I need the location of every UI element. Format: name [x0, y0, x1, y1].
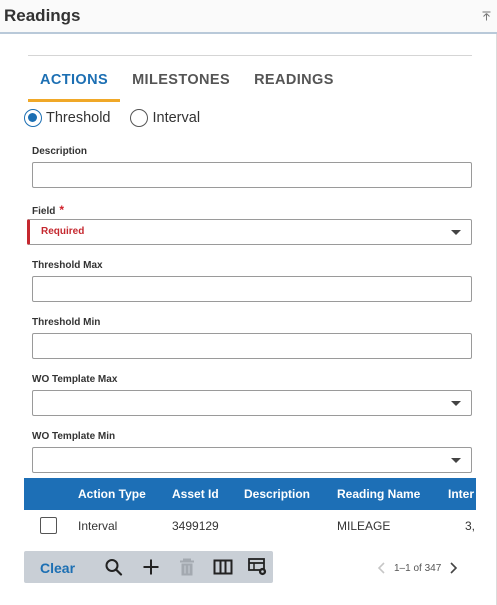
actions-grid: Action Type Asset Id Description Reading… [24, 478, 476, 542]
add-icon[interactable] [141, 558, 161, 576]
clear-button[interactable]: Clear [40, 560, 75, 576]
field-label: Field * [32, 203, 64, 217]
pager-range-text: 1–1 of 347 [394, 562, 442, 574]
grid-toolbar: Clear [24, 551, 273, 583]
column-header-action-type[interactable]: Action Type [78, 487, 146, 501]
collapse-up-icon[interactable] [482, 11, 491, 21]
columns-icon[interactable] [213, 558, 233, 576]
column-header-description[interactable]: Description [244, 487, 310, 501]
radio-interval[interactable] [130, 109, 149, 127]
mode-radio-group: Threshold Interval [24, 108, 220, 128]
chevron-down-icon [451, 458, 461, 463]
column-header-reading-name[interactable]: Reading Name [337, 487, 420, 501]
wo-template-min-label: WO Template Min [32, 431, 116, 442]
cell-reading-name: MILEAGE [337, 519, 391, 533]
panel-title: Readings [4, 6, 81, 25]
threshold-min-label: Threshold Min [32, 317, 101, 328]
pagination: 1–1 of 347 [376, 560, 459, 576]
search-icon[interactable] [104, 558, 124, 576]
section-divider [28, 55, 472, 56]
required-marker: * [59, 203, 65, 217]
row-checkbox[interactable] [40, 517, 57, 534]
panel-header: Readings [0, 0, 497, 34]
cell-asset-id: 3499129 [172, 519, 219, 533]
wo-template-min-select[interactable] [32, 447, 472, 473]
threshold-min-input[interactable] [32, 333, 472, 359]
field-label-text: Field [32, 206, 56, 217]
readings-panel: Readings ACTIONS MILESTONES READINGS Thr… [0, 0, 497, 605]
tab-readings[interactable]: READINGS [242, 62, 346, 102]
chevron-right-icon[interactable] [447, 561, 459, 575]
radio-threshold-label: Threshold [46, 110, 111, 126]
chevron-down-icon [451, 230, 461, 235]
description-label: Description [32, 146, 88, 157]
table-row[interactable]: Interval 3499129 MILEAGE 3, [24, 510, 476, 542]
radio-option-interval[interactable]: Interval [130, 109, 200, 127]
chevron-left-icon[interactable] [376, 561, 388, 575]
column-header-asset-id[interactable]: Asset Id [172, 487, 219, 501]
delete-icon[interactable] [177, 558, 197, 576]
tab-actions[interactable]: ACTIONS [28, 62, 121, 102]
chevron-down-icon [451, 401, 461, 406]
tab-bar: ACTIONS MILESTONES READINGS [28, 62, 346, 102]
wo-template-max-select[interactable] [32, 390, 472, 416]
tab-milestones[interactable]: MILESTONES [120, 62, 242, 102]
wo-template-max-label: WO Template Max [32, 374, 118, 385]
threshold-max-label: Threshold Max [32, 260, 103, 271]
column-header-interval[interactable]: Inter [448, 487, 474, 501]
radio-threshold[interactable] [24, 109, 42, 127]
cell-interval: 3, [465, 519, 476, 533]
threshold-max-input[interactable] [32, 276, 472, 302]
cell-action-type: Interval [78, 519, 118, 533]
description-input[interactable] [32, 162, 472, 188]
grid-settings-icon[interactable] [248, 558, 268, 576]
field-select[interactable]: Required [27, 219, 472, 245]
field-required-text: Required [41, 226, 85, 237]
radio-option-threshold[interactable]: Threshold [24, 109, 110, 127]
radio-interval-label: Interval [152, 110, 201, 126]
grid-header: Action Type Asset Id Description Reading… [24, 478, 476, 510]
